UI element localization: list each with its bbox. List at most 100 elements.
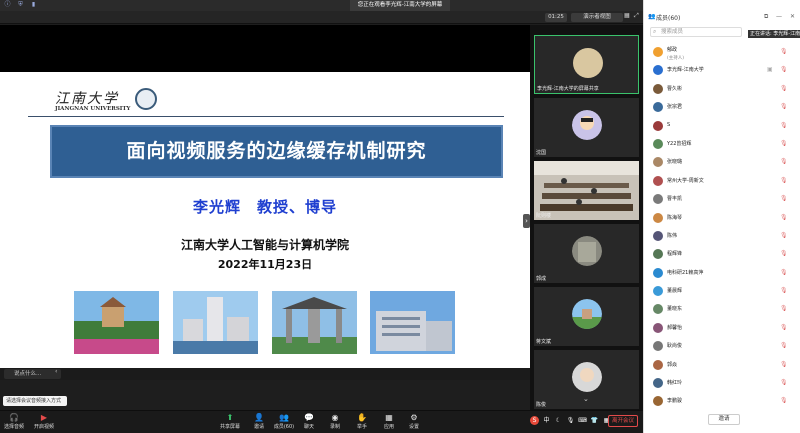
mic-muted-icon[interactable]: 🎙 [780,85,788,92]
video-tile[interactable]: 郭成 [534,224,639,283]
apps-button[interactable]: ▦ 应用 [377,413,401,433]
mic-muted-icon[interactable]: 🎙 [780,103,788,110]
mic-muted-icon[interactable]: 🎙 [780,305,788,312]
logo-en-text: JIANGNAN UNIVERSITY [55,106,131,112]
mic-muted-icon[interactable]: 🎙 [780,122,788,129]
member-row[interactable]: 曹丰凯 🎙 [644,191,800,209]
chat-button[interactable]: 💬 聊天 [297,413,321,433]
mic-muted-icon[interactable]: 🎙 [780,140,788,147]
member-name: Y22曾招辉 [667,140,692,147]
video-tile[interactable]: 阮则楼 [534,161,639,220]
mic-muted-icon[interactable]: 🎙 [780,397,788,404]
avatar [573,48,603,78]
shirt-icon[interactable]: 👕 [590,416,599,425]
status-icons: ⓘ ⛨ ▮ [4,1,37,8]
mic-tray-icon[interactable]: 🎙 [566,416,575,425]
leave-meeting-button[interactable]: 离开会议 [608,415,638,427]
ime-icon[interactable]: S [530,416,539,425]
chevron-down-icon[interactable]: ⌄ [583,395,589,403]
video-tile-screen-share[interactable]: 李光辉-江南大学的屏幕共享 [534,35,639,94]
avatar [653,138,663,149]
header-divider [28,116,504,117]
avatar [653,194,663,205]
invite-members-button[interactable]: 邀请 [708,414,740,425]
mic-muted-icon[interactable]: 🎙 [780,342,788,349]
member-row[interactable]: Y22曾招辉 🎙 [644,136,800,154]
screen-share-icon: ▣ [767,66,773,74]
keyboard-icon[interactable]: ⌨ [578,416,587,425]
mic-muted-icon[interactable]: 🎙 [780,324,788,331]
member-row[interactable]: 李鹏骏 🎙 [644,393,800,411]
popout-icon[interactable]: ⧉ [764,13,768,21]
avatar [653,378,663,389]
grid-icon[interactable]: ▦ [624,12,630,19]
mic-muted-icon[interactable]: 🎙 [780,379,788,386]
invite-button[interactable]: 👤 邀请 [247,413,271,433]
member-row[interactable]: 郁政 (主持人) 🎙 [644,44,800,62]
member-row[interactable]: 陈伟 🎙 [644,228,800,246]
member-row[interactable]: 董晓东 🎙 [644,301,800,319]
raise-hand-button[interactable]: ✋ 举手 [350,413,374,433]
mic-muted-icon[interactable]: 🎙 [780,287,788,294]
settings-button[interactable]: ⚙ 设置 [402,413,426,433]
mic-muted-icon[interactable]: 🎙 [780,214,788,221]
chevron-left-icon[interactable]: ‹ [55,368,57,375]
video-tile-label: 李光辉-江南大学的屏幕共享 [537,86,599,92]
member-row[interactable]: 陈海琴 🎙 [644,210,800,228]
mic-muted-icon[interactable]: 🎙 [780,232,788,239]
leave-label: 离开会议 [611,418,634,424]
member-search-input[interactable]: ⌕ 搜索成员 [650,27,742,37]
video-tile[interactable]: 沈国 [534,98,639,157]
presenter-view-button[interactable]: 演示者视图 [571,13,623,22]
mic-muted-icon[interactable]: 🎙 [780,177,788,184]
shield-icon[interactable]: ⛨ [17,1,24,8]
member-name: 郁政 [667,47,678,53]
chat-input[interactable]: 说点什么... [4,369,61,379]
member-row[interactable]: 常州大学-周新文 🎙 [644,173,800,191]
member-row[interactable]: 张宗君 🎙 [644,99,800,117]
member-role: (主持人) [667,56,685,61]
headphone-icon: 🎧 [9,413,19,422]
fullscreen-icon[interactable]: ⤢ [634,12,639,20]
info-icon[interactable]: ⓘ [4,1,11,8]
audio-button[interactable]: 🎧 选择音频 [2,413,26,433]
member-name: 李光辉-江南大学 [667,67,704,74]
mic-muted-icon[interactable]: 🎙 [780,250,788,257]
member-row[interactable]: 电科研21赖高萍 🎙 [644,265,800,283]
minimize-icon[interactable]: — [776,13,782,20]
member-row[interactable]: S 🎙 [644,118,800,136]
member-row[interactable]: 董晨辉 🎙 [644,283,800,301]
record-label: 录制 [329,424,340,430]
mic-muted-icon[interactable]: 🎙 [780,158,788,165]
member-row[interactable]: 韩红玲 🎙 [644,375,800,393]
video-button[interactable]: ▶ 开启视频 [32,413,56,433]
member-name: 电科研21赖高萍 [667,269,704,276]
moon-icon[interactable]: ☾ [554,416,563,425]
video-tile[interactable]: 蒋文斌 [534,287,639,346]
record-button[interactable]: ◉ 录制 [323,413,347,433]
member-row[interactable]: 郝馨怡 🎙 [644,320,800,338]
lang-icon[interactable]: 中 [542,416,551,425]
avatar [653,304,663,315]
close-icon[interactable]: ✕ [790,13,795,20]
audio-toast[interactable]: 请选择会议音频接入方式 [3,396,67,406]
mic-muted-icon[interactable]: 🎙 [780,361,788,368]
member-name: 董晨辉 [667,288,683,295]
top-bar: ⓘ ⛨ ▮ 您正在观看李光辉-江南大学的屏幕 [0,0,643,11]
member-row[interactable]: 李光辉-江南大学 🎙 ▣ [644,62,800,80]
mic-muted-icon[interactable]: 🎙 [780,48,788,55]
members-button[interactable]: 👥 成员(60) [272,413,296,433]
mic-muted-icon[interactable]: 🎙 [780,66,788,73]
video-panel-toggle[interactable]: › [523,214,530,228]
member-row[interactable]: 曹久彬 🎙 [644,81,800,99]
mic-muted-icon[interactable]: 🎙 [780,269,788,276]
member-row[interactable]: 郭焱 🎙 [644,357,800,375]
mic-muted-icon[interactable]: 🎙 [780,195,788,202]
member-row[interactable]: 耿尚俊 🎙 [644,338,800,356]
member-name: 董晓东 [667,306,683,313]
avatar [653,102,663,113]
video-column: 李光辉-江南大学的屏幕共享 沈国 阮则楼 郭成 蒋文斌 陈俊 [530,25,643,410]
member-row[interactable]: 程辉锋 🎙 [644,246,800,264]
member-row[interactable]: 张晓璐 🎙 [644,154,800,172]
share-screen-button[interactable]: ⬆ 共享屏幕 [218,413,242,433]
